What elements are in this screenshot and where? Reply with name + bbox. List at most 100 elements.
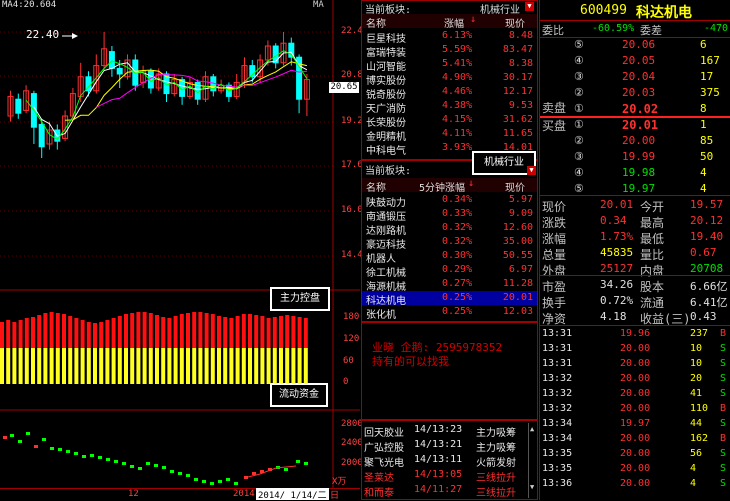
scroll-down-icon[interactable]: ▼ [530,483,534,491]
tick-direction: S [720,373,727,384]
period-label[interactable]: 日 [330,488,339,501]
stat-value: 20.12 [690,214,724,227]
stat-value: 0.72% [600,294,634,307]
sell-level-row: ② 20.03 375 [540,84,730,101]
sector-row[interactable]: 金明精机 4.11% 11.65 [362,127,537,143]
news-row[interactable]: 广弘控股 14/13:21 主力吸筹 [362,438,537,454]
flow-capital-bar [285,348,290,384]
quote-panel: 600499 科达机电 委比 -60.59% 委差 -470 ⑤ 20.06 6 ④ 2… [539,0,730,500]
kline-chart-svg[interactable] [0,0,360,500]
flow-capital-bar [136,348,141,384]
volume-bar [10,434,14,437]
change-cell: 0.34% [442,194,473,205]
main-force-bar [155,315,159,348]
news-scrollbar[interactable]: ▲ ▼ [528,423,538,498]
order-volume: 17 [700,70,714,83]
level-badge: ④ [574,54,584,67]
flow-capital-bar [192,348,197,384]
col-5min-change-header[interactable]: 5分钟涨幅 [419,179,465,194]
main-force-bar [117,316,122,348]
dropdown-icon[interactable]: ▼ [525,2,534,11]
sector-row[interactable]: 张化机 0.25% 12.03 [362,305,537,321]
volume-bar [90,454,94,457]
main-force-bar [198,312,203,348]
news-row[interactable]: 聚飞光电 14/13:11 火箭发射 [362,453,537,469]
tick-row: 13:35 20.00 4 S [540,463,730,476]
sector-row[interactable]: 达刚路机 0.32% 12.60 [362,221,537,237]
current-price-tag: 20.65 [329,82,359,93]
main-force-bar [12,322,17,348]
dropdown-icon[interactable]: ▼ [527,166,536,175]
volume-bar [202,480,206,483]
volume-bar [296,460,300,463]
change-cell: 0.25% [442,306,473,317]
volume-bar [178,472,182,475]
main-force-bar [37,315,42,348]
main-force-bar [254,315,259,348]
stat-value: 1.73% [600,230,634,243]
quote-header: 600499 科达机电 [540,0,730,21]
sector-row[interactable]: 富瑞特装 5.59% 83.47 [362,43,537,59]
volume-bar [130,465,134,468]
scroll-up-icon[interactable]: ▲ [530,425,534,433]
flow-capital-bar [18,348,23,384]
stat-value: 19.40 [690,230,724,243]
tick-time: 13:31 [542,358,573,369]
sector-row[interactable]: 博实股份 4.90% 30.17 [362,71,537,87]
news-row[interactable]: 圣莱达 14/13:05 三线拉升 [362,468,537,484]
tick-price: 19.96 [620,328,651,339]
flow-capital-bar [198,348,203,384]
flow-capital-bar [235,348,240,384]
volume-bar [138,467,142,470]
news-event: 三线拉升 [476,488,516,499]
main-force-bar [260,316,265,348]
level-badge: ③ [574,150,584,163]
tick-time: 13:34 [542,433,573,444]
main-force-bar [291,316,296,348]
main-force-bar [167,318,172,348]
kline-chart-area[interactable]: MA4:20.604 MA 22.40 22.4 20.8 19.2 17.6 … [0,0,363,501]
sector-row[interactable]: 机器人 0.30% 50.55 [362,249,537,265]
tick-price: 20.00 [620,463,651,474]
flow-capital-bar [68,348,73,384]
price-cell: 83.47 [502,44,533,55]
sector-row[interactable]: 长荣股份 4.15% 31.62 [362,113,537,129]
flow-capital-bar [12,348,17,384]
sector-row[interactable]: 巨星科技 6.13% 8.48 [362,29,537,45]
sector-bottom-panel: 当前板块: 机械行业 ▼ 名称 5分钟涨幅 ↓ 现价 陕鼓动力 0.34% 5.97… [361,151,538,322]
main-force-label[interactable]: 主力控盘 [270,287,330,311]
flow-capital-bar [49,348,54,384]
sector-row[interactable]: 科达机电 0.25% 20.01 [362,291,537,307]
main-force-bar [31,317,35,348]
flow-capital-label[interactable]: 流动资金 [270,383,328,407]
col-name-header[interactable]: 名称 [366,179,386,194]
sector-row[interactable]: 豪迈科技 0.32% 35.00 [362,235,537,251]
buy-level-row: ① 20.01 1 [540,116,730,133]
sector-row[interactable]: 山河智能 5.41% 8.38 [362,57,537,73]
sector-row[interactable]: 徐工机械 0.29% 6.97 [362,263,537,279]
col-price-header[interactable]: 现价 [505,15,525,30]
news-row[interactable]: 回天胶业 14/13:23 主力吸筹 [362,423,537,439]
main-force-bar [173,316,178,348]
volume-bar [98,456,102,459]
col-price-header[interactable]: 现价 [505,179,525,194]
sector-row[interactable]: 海源机械 0.27% 11.28 [362,277,537,293]
news-row[interactable]: 和而泰 14/11:27 三线拉升 [362,483,537,499]
flow-capital-bar [37,348,42,384]
sector-row[interactable]: 锐奇股份 4.46% 12.17 [362,85,537,101]
sector-row[interactable]: 天广消防 4.38% 9.53 [362,99,537,115]
col-name-header[interactable]: 名称 [366,15,386,30]
sector-row[interactable]: 陕鼓动力 0.34% 5.97 [362,193,537,209]
main-force-bar [18,320,23,348]
change-cell: 0.29% [442,264,473,275]
change-cell: 4.15% [442,114,473,125]
sector-row[interactable]: 南通锻压 0.33% 9.09 [362,207,537,223]
main-force-bar [43,313,48,348]
tick-price: 20.00 [620,448,651,459]
col-change-header[interactable]: 涨幅 [444,15,464,30]
tick-volume: 4 [690,478,697,489]
sort-down-icon: ↓ [468,178,475,189]
volume-bar [226,478,230,481]
order-volume: 6 [700,38,707,51]
buy-level-row: ② 20.00 85 [540,132,730,149]
